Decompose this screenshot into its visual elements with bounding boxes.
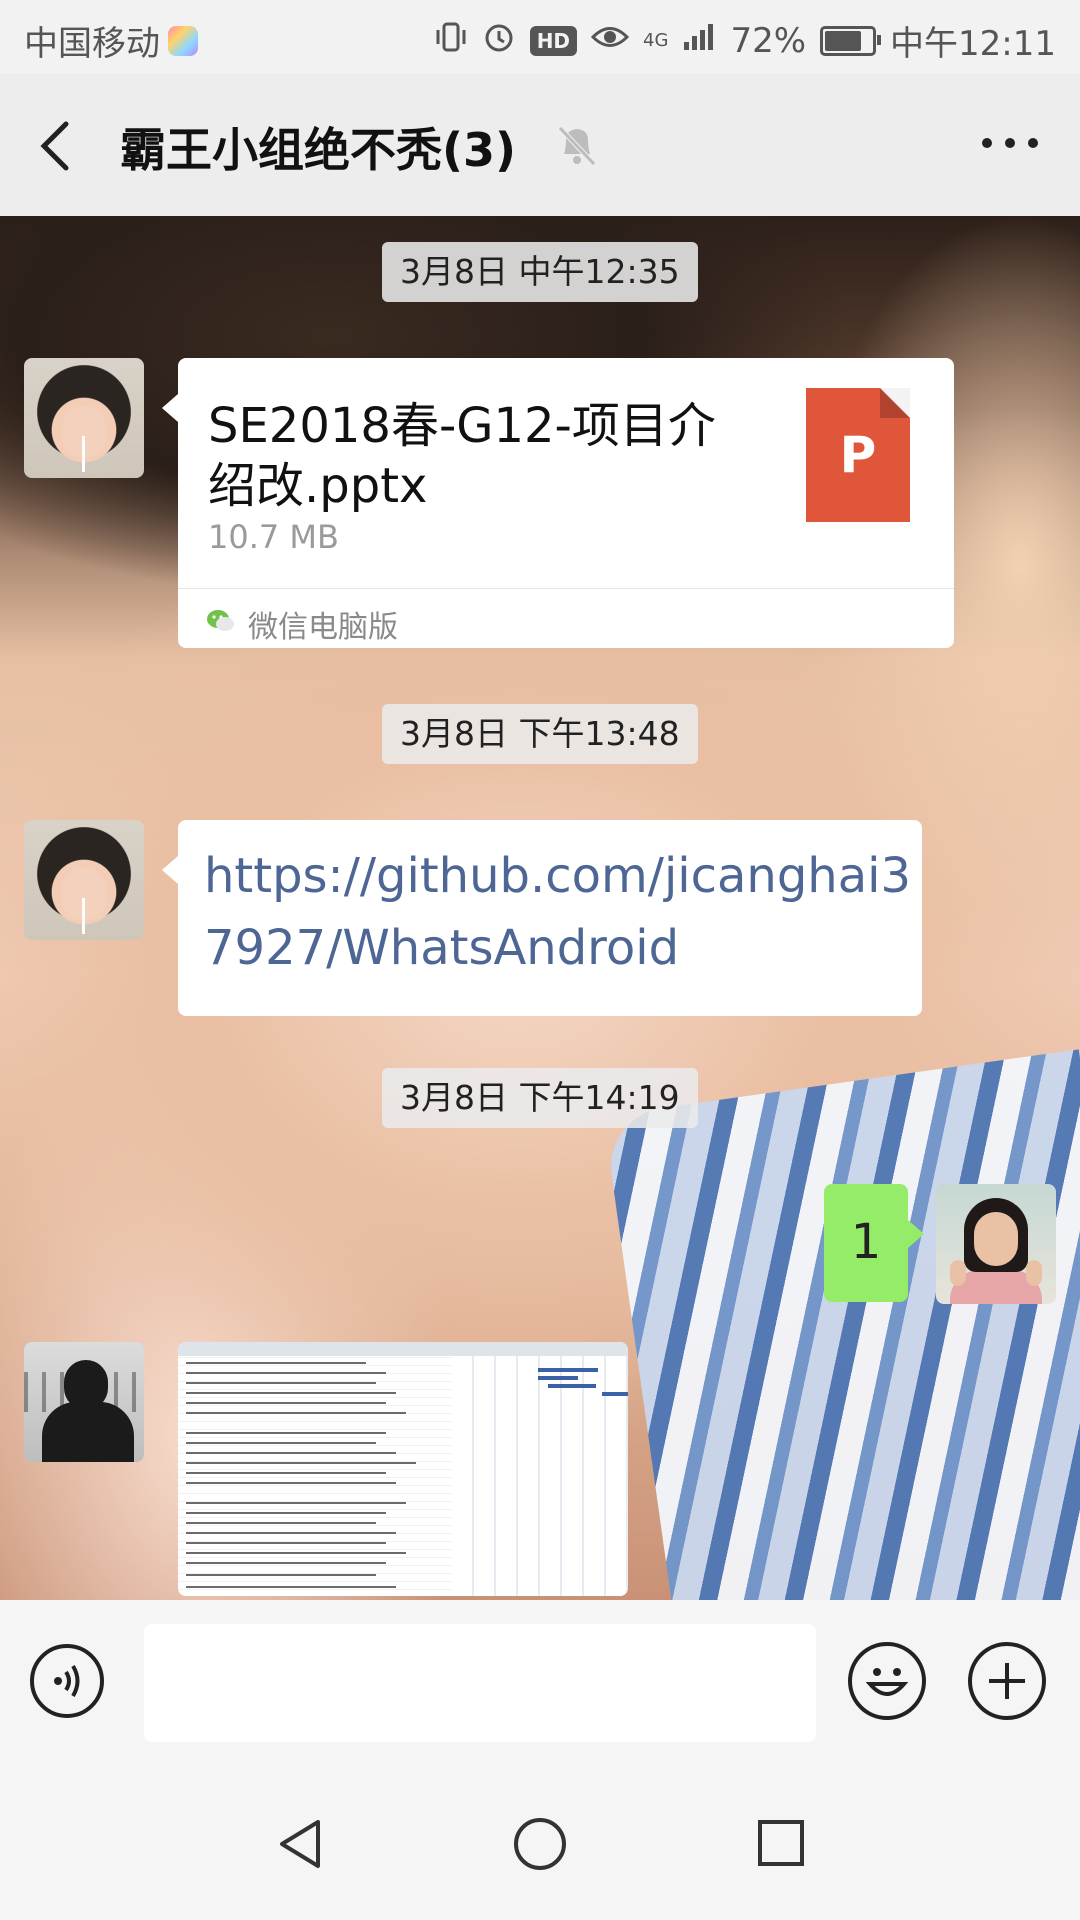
carrier-label: 中国移动 [24,24,160,64]
status-bar: 中国移动 HD 4G 72% 中午12:11 [0,0,1080,74]
network-label: 4G [643,30,669,51]
signal-icon [682,22,716,60]
divider [178,588,954,589]
battery-percent: 72% [730,20,807,61]
avatar[interactable] [24,358,144,478]
emoji-button[interactable] [848,1642,926,1720]
timestamp: 3月8日 下午14:19 [382,1068,698,1128]
emoji-icon [865,1668,909,1696]
sent-message[interactable]: 1 [824,1184,924,1302]
wechat-icon [207,610,234,631]
chat-header: 霸王小组绝不秃(3) [0,74,1080,216]
file-size: 10.7 MB [208,518,339,556]
nav-home-button[interactable] [514,1818,566,1870]
voice-button[interactable] [30,1644,104,1718]
chat-title: 霸王小组绝不秃(3) [120,123,517,177]
file-message[interactable]: SE2018春-G12-项目介绍改.pptx 10.7 MB P 微信电脑版 [162,358,954,648]
avatar[interactable] [24,1342,144,1462]
chevron-left-icon [40,121,69,171]
avatar[interactable] [24,820,144,940]
link-message[interactable]: https://github.com/jicanghai37927/WhatsA… [162,820,922,1016]
status-right: HD 4G 72% 中午12:11 [434,16,1056,65]
bell-off-icon [556,122,598,168]
navigation-bar [0,1756,1080,1920]
image-message[interactable] [178,1342,628,1596]
file-type-letter: P [839,426,877,484]
nav-recent-button[interactable] [758,1820,804,1866]
chat-area[interactable]: 3月8日 中午12:35 SE2018春-G12-项目介绍改.pptx 10.7… [0,216,1080,1600]
vibrate-icon [434,20,468,62]
input-bar [0,1600,1080,1756]
voice-icon [54,1664,80,1698]
spreadsheet-header [178,1342,628,1356]
more-icon-dot [982,138,992,148]
link-text[interactable]: https://github.com/jicanghai37927/WhatsA… [204,840,914,984]
app-badge-icon [168,25,198,56]
sent-message-text: 1 [850,1214,882,1270]
clock: 中午12:11 [890,24,1056,64]
back-button[interactable] [30,114,90,178]
more-icon-dot [1005,138,1015,148]
file-source-label: 微信电脑版 [248,610,398,645]
more-button[interactable] [982,138,1038,154]
spreadsheet-table [178,1342,452,1596]
ppt-file-icon: P [806,388,910,522]
my-avatar[interactable] [936,1184,1056,1304]
file-name: SE2018春-G12-项目介绍改.pptx [208,398,716,514]
eye-icon [590,22,630,60]
more-icon-dot [1028,138,1038,148]
gantt-chart [452,1342,628,1596]
plus-button[interactable] [968,1642,1046,1720]
wallpaper-shirt [603,1049,1080,1600]
timestamp: 3月8日 下午13:48 [382,704,698,764]
timestamp: 3月8日 中午12:35 [382,242,698,302]
nav-back-icon [280,1820,320,1868]
nav-back-button[interactable] [276,1818,326,1870]
status-left: 中国移动 [24,16,198,65]
message-input[interactable] [144,1624,816,1742]
plus-icon [989,1663,1025,1699]
hd-icon: HD [529,25,578,56]
alarm-icon [482,20,516,62]
battery-icon [820,25,882,56]
